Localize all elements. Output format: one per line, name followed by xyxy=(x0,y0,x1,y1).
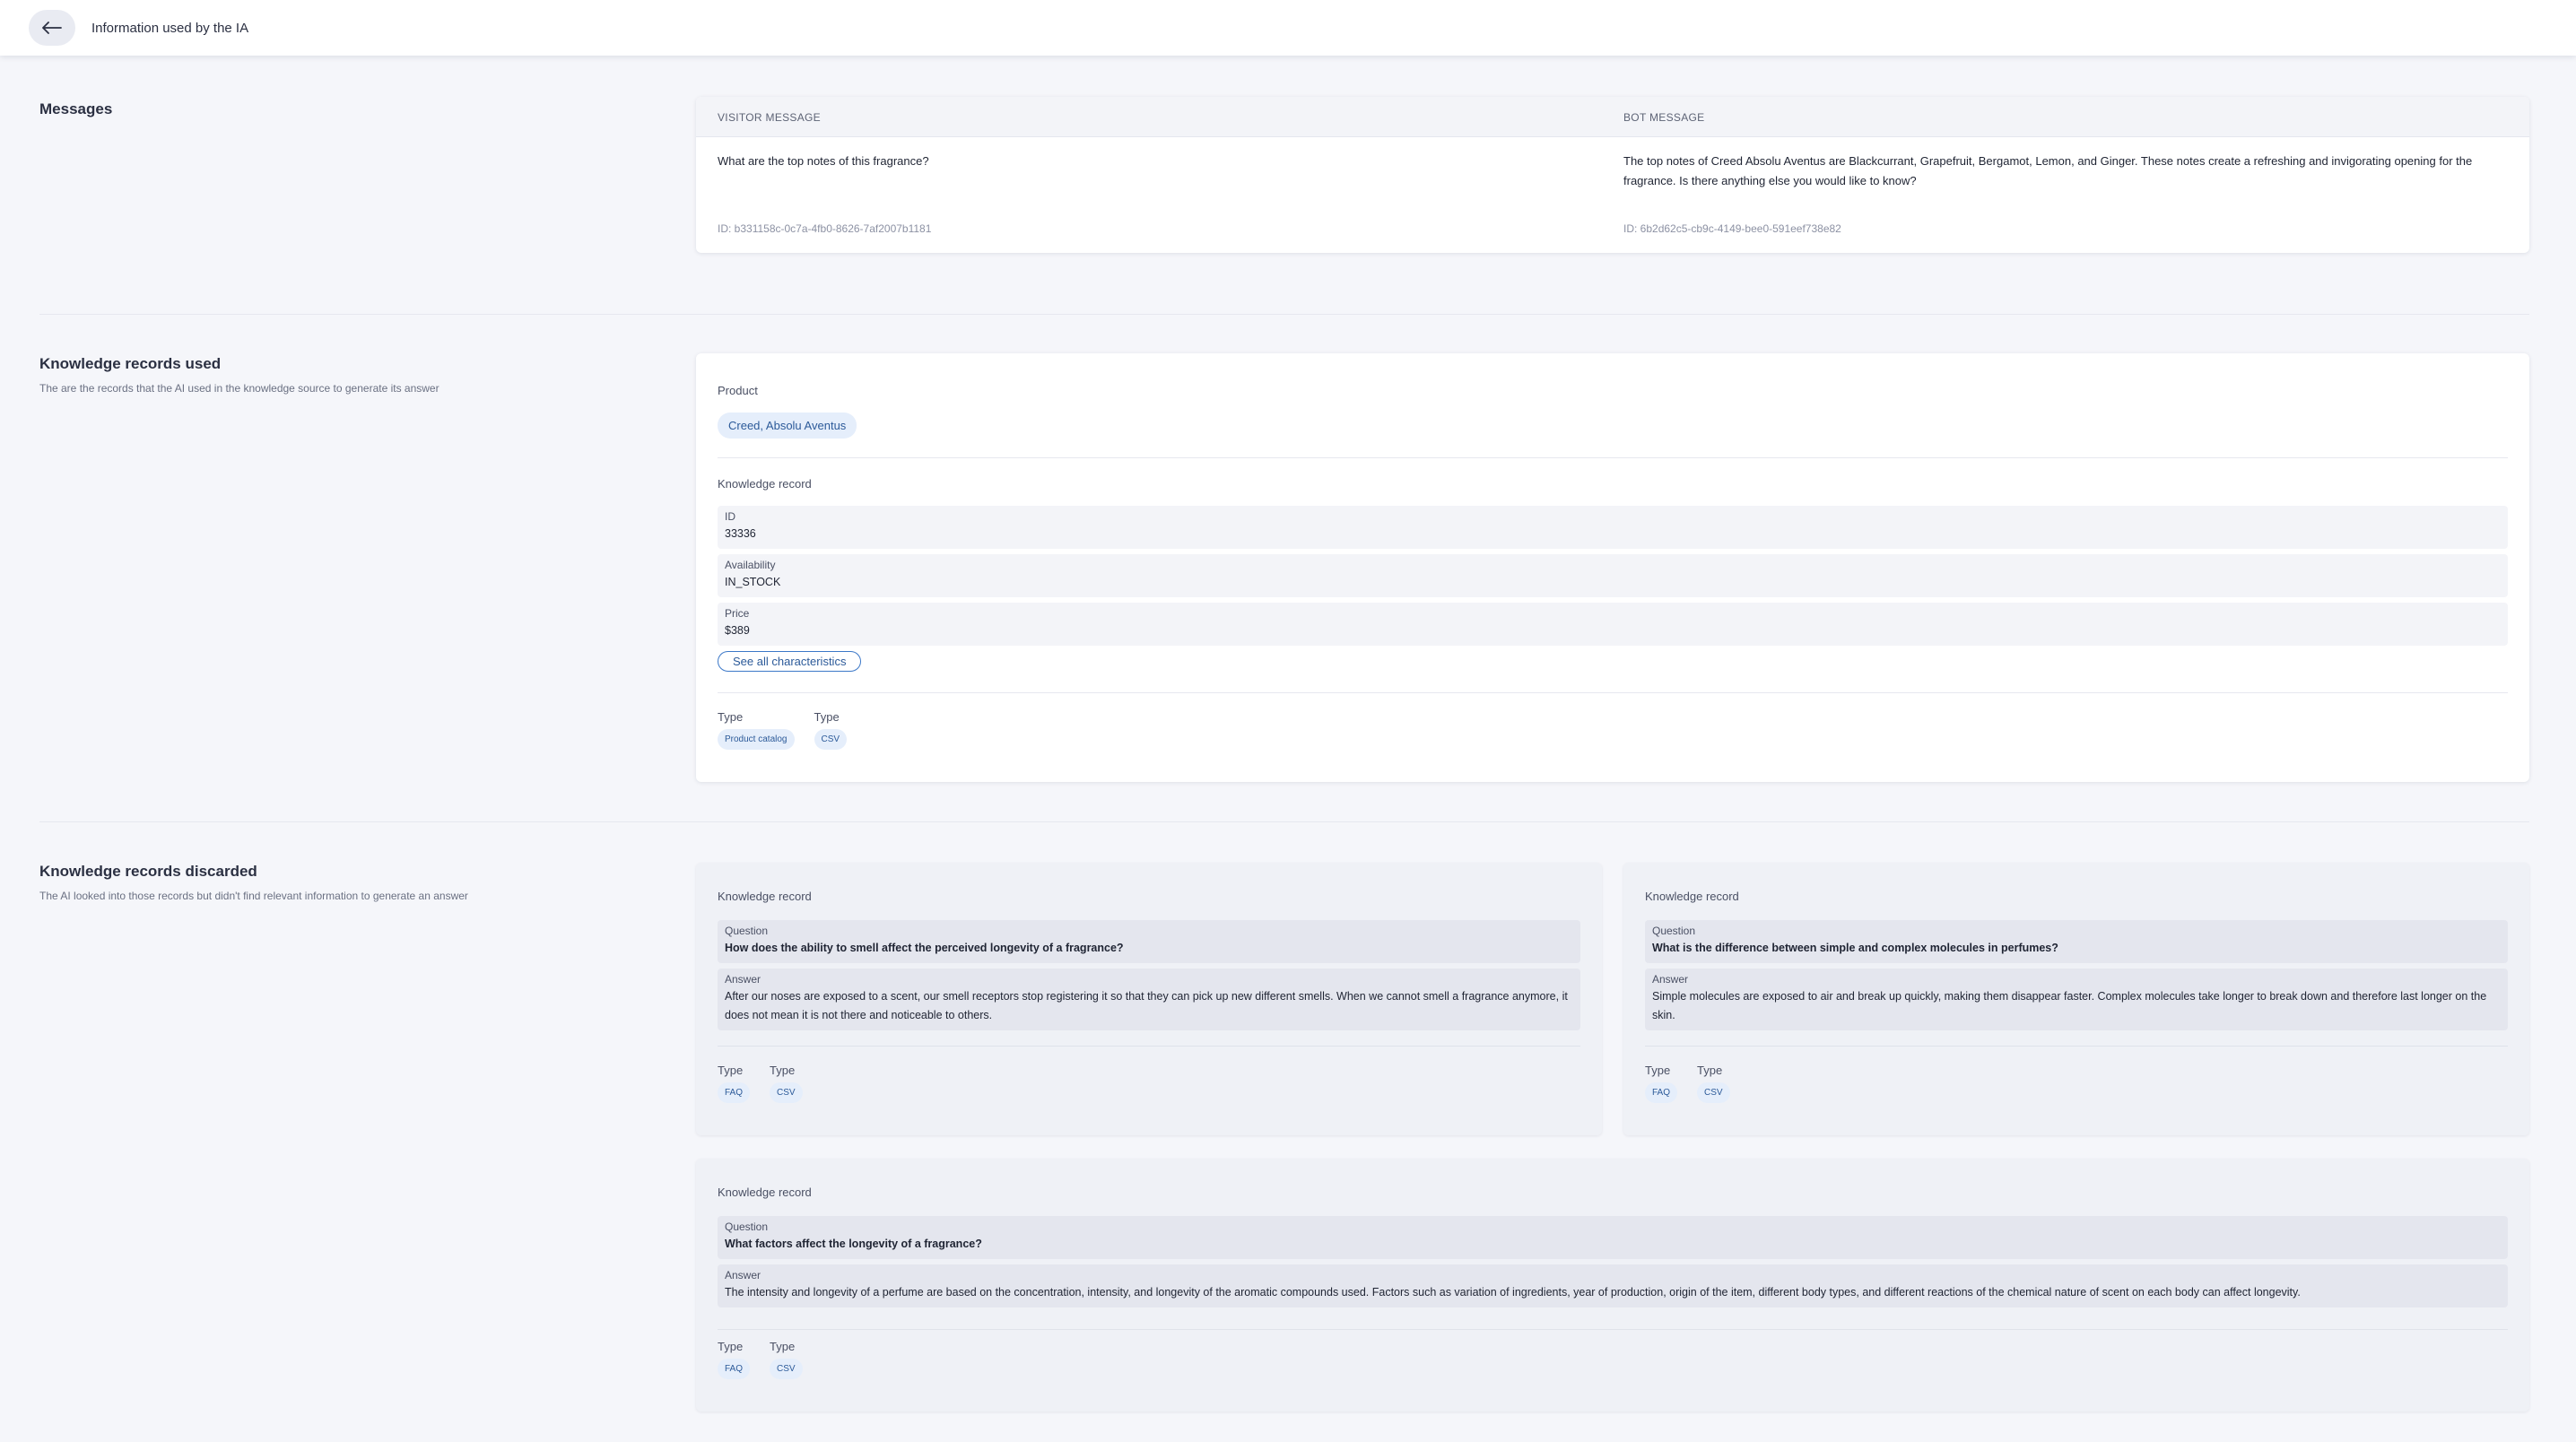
visitor-message-header: VISITOR MESSAGE xyxy=(718,111,821,124)
record-fields: Question How does the ability to smell a… xyxy=(718,920,1580,1036)
type-group: Type CSV xyxy=(814,710,848,750)
type-label: Type xyxy=(718,1064,744,1077)
used-record-card: Product Creed, Absolu Aventus Knowledge … xyxy=(696,353,2529,782)
type-group: Type FAQ xyxy=(718,1064,751,1103)
field-name: Price xyxy=(725,607,750,620)
answer-text: The intensity and longevity of a perfume… xyxy=(725,1286,2301,1299)
knowledge-record-label: Knowledge record xyxy=(718,890,812,903)
arrow-left-icon xyxy=(42,22,62,34)
type-row: Type FAQ Type CSV xyxy=(1645,1064,1730,1103)
knowledge-record-label: Knowledge record xyxy=(718,1186,812,1199)
question-field: Question What is the difference between … xyxy=(1645,920,2508,963)
answer-label: Answer xyxy=(1652,973,1689,986)
answer-text: After our noses are exposed to a scent, … xyxy=(725,990,1568,1021)
messages-table-header: VISITOR MESSAGE BOT MESSAGE xyxy=(696,97,2529,137)
answer-label: Answer xyxy=(725,973,761,986)
question-label: Question xyxy=(1652,925,1696,937)
discarded-subtitle: The AI looked into those records but did… xyxy=(39,890,468,902)
type-group: Type CSV xyxy=(770,1340,803,1379)
visitor-message-text: What are the top notes of this fragrance… xyxy=(718,154,929,168)
type-label: Type xyxy=(814,710,840,724)
back-button[interactable] xyxy=(29,10,75,46)
field-value: IN_STOCK xyxy=(725,576,781,588)
page-title: Information used by the IA xyxy=(91,20,249,36)
type-chip: CSV xyxy=(1697,1082,1730,1103)
answer-field: Answer The intensity and longevity of a … xyxy=(718,1264,2508,1307)
inner-divider xyxy=(718,1329,2508,1330)
type-chip: FAQ xyxy=(1645,1082,1678,1103)
type-group: Type Product catalog xyxy=(718,710,795,750)
bot-message-header: BOT MESSAGE xyxy=(1623,111,1705,124)
inner-divider xyxy=(1645,1046,2508,1047)
field-value: $389 xyxy=(725,624,750,637)
question-label: Question xyxy=(725,1220,769,1233)
messages-card: VISITOR MESSAGE BOT MESSAGE What are the… xyxy=(696,97,2529,253)
knowledge-record-label: Knowledge record xyxy=(1645,890,1739,903)
bot-message-id: ID: 6b2d62c5-cb9c-4149-bee0-591eef738e82 xyxy=(1623,222,1841,235)
type-group: Type FAQ xyxy=(1645,1064,1678,1103)
type-label: Type xyxy=(718,1340,744,1353)
inner-divider xyxy=(718,692,2508,693)
type-row: Type FAQ Type CSV xyxy=(718,1064,803,1103)
messages-title: Messages xyxy=(39,100,113,117)
see-all-characteristics-button[interactable]: See all characteristics xyxy=(718,651,862,672)
field-id: ID 33336 xyxy=(718,506,2508,549)
field-availability: Availability IN_STOCK xyxy=(718,554,2508,597)
answer-field: Answer After our noses are exposed to a … xyxy=(718,969,1580,1030)
type-chip: CSV xyxy=(770,1082,803,1103)
type-label: Type xyxy=(1697,1064,1723,1077)
discarded-record-card: Knowledge record Question How does the a… xyxy=(696,863,1602,1135)
type-row: Type FAQ Type CSV xyxy=(718,1340,803,1379)
type-group: Type FAQ xyxy=(718,1340,751,1379)
question-text: What factors affect the longevity of a f… xyxy=(725,1238,982,1250)
type-chip: Product catalog xyxy=(718,729,795,750)
answer-field: Answer Simple molecules are exposed to a… xyxy=(1645,969,2508,1030)
discarded-section-header: Knowledge records discarded The AI looke… xyxy=(39,863,468,902)
type-group: Type CSV xyxy=(770,1064,803,1103)
record-fields: Question What is the difference between … xyxy=(1645,920,2508,1036)
visitor-message-id: ID: b331158c-0c7a-4fb0-8626-7af2007b1181 xyxy=(718,222,932,235)
section-divider xyxy=(39,821,2529,822)
record-fields: ID 33336 Availability IN_STOCK Price $38… xyxy=(718,506,2508,651)
type-chip: FAQ xyxy=(718,1359,751,1379)
used-subtitle: The are the records that the AI used in … xyxy=(39,382,439,395)
inner-divider xyxy=(718,1046,1580,1047)
type-chip: CSV xyxy=(814,729,848,750)
answer-text: Simple molecules are exposed to air and … xyxy=(1652,990,2487,1021)
discarded-record-card: Knowledge record Question What is the di… xyxy=(1623,863,2529,1135)
type-chip: FAQ xyxy=(718,1082,751,1103)
answer-label: Answer xyxy=(725,1269,761,1281)
field-name: Availability xyxy=(725,559,776,571)
product-label: Product xyxy=(718,384,758,397)
type-label: Type xyxy=(718,710,744,724)
record-fields: Question What factors affect the longevi… xyxy=(718,1216,2508,1313)
field-value: 33336 xyxy=(725,527,756,540)
product-chip: Creed, Absolu Aventus xyxy=(718,413,857,439)
section-divider xyxy=(39,314,2529,315)
field-price: Price $389 xyxy=(718,603,2508,646)
top-bar: Information used by the IA xyxy=(0,0,2576,56)
type-group: Type CSV xyxy=(1697,1064,1730,1103)
type-chip: CSV xyxy=(770,1359,803,1379)
used-title: Knowledge records used xyxy=(39,355,222,372)
bot-message-text: The top notes of Creed Absolu Aventus ar… xyxy=(1623,154,2473,187)
question-field: Question What factors affect the longevi… xyxy=(718,1216,2508,1259)
question-label: Question xyxy=(725,925,769,937)
type-label: Type xyxy=(1645,1064,1671,1077)
type-label: Type xyxy=(770,1340,796,1353)
used-section-header: Knowledge records used The are the recor… xyxy=(39,355,439,395)
knowledge-record-label: Knowledge record xyxy=(718,477,812,491)
question-text: What is the difference between simple an… xyxy=(1652,942,2058,954)
type-label: Type xyxy=(770,1064,796,1077)
question-field: Question How does the ability to smell a… xyxy=(718,920,1580,963)
discarded-record-card: Knowledge record Question What factors a… xyxy=(696,1159,2529,1412)
inner-divider xyxy=(718,457,2508,458)
messages-section-header: Messages xyxy=(39,100,112,118)
type-row: Type Product catalog Type CSV xyxy=(718,710,848,750)
question-text: How does the ability to smell affect the… xyxy=(725,942,1124,954)
discarded-title: Knowledge records discarded xyxy=(39,863,257,880)
field-name: ID xyxy=(725,510,735,523)
